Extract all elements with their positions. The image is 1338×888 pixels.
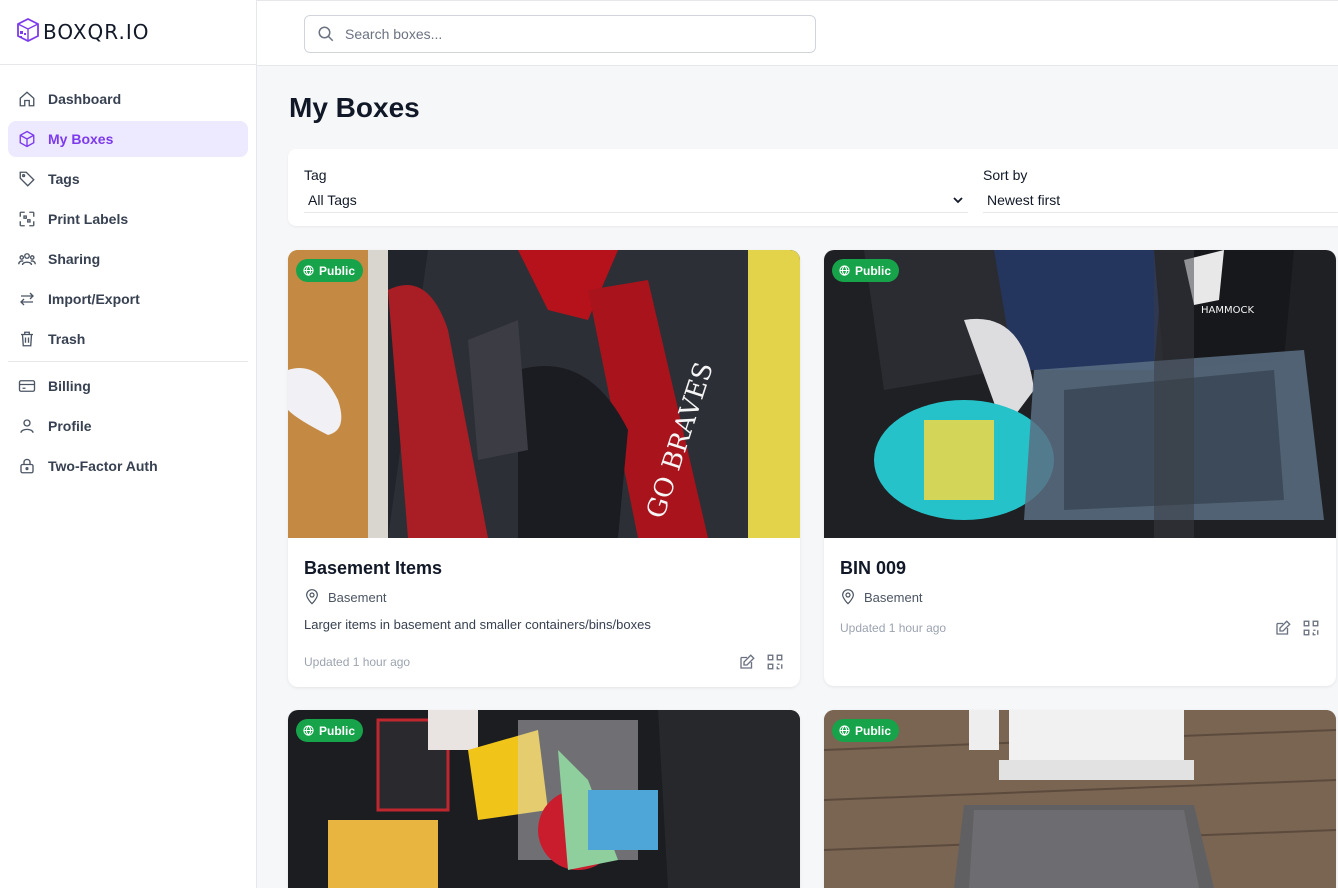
location-pin-icon [842,589,854,605]
lock-icon [18,457,36,475]
sidebar: BOXQR.IO Dashboard My Boxes Tags Print L… [0,0,257,888]
card-location-label: Basement [864,589,923,605]
globe-icon [839,265,850,276]
search-box[interactable] [304,15,816,53]
box-card[interactable]: Public [824,710,1336,888]
card-body: BIN 009 Basement Updated 1 hour ago [824,538,1336,653]
box-photo[interactable]: Public [824,710,1336,888]
box-photo-illustration: GO BRAVES [288,250,800,538]
chevron-down-icon [953,196,963,203]
globe-icon [303,265,314,276]
brand[interactable]: BOXQR.IO [0,0,256,65]
box-card[interactable]: Public [288,710,800,888]
tag-select[interactable]: All Tags [304,187,968,213]
sidebar-item-label: Trash [48,331,86,347]
users-icon [18,250,36,268]
card-location-label: Basement [328,589,387,605]
card-footer: Updated 1 hour ago [304,653,784,671]
box-card[interactable]: HAMMOCK Public BIN 009 Basement Updated … [824,250,1336,686]
globe-icon [303,725,314,736]
filters-panel: Tag All Tags Sort by Newest first [288,149,1338,226]
brand-name: BOXQR.IO [43,20,150,44]
box-photo-illustration [288,710,800,888]
card-actions [738,653,784,671]
sidebar-item-label: Dashboard [48,91,122,107]
edit-icon[interactable] [738,653,756,671]
sidebar-item-sharing[interactable]: Sharing [8,241,248,277]
qrcode-icon[interactable] [766,653,784,671]
box-photo-illustration: HAMMOCK [824,250,1336,538]
sidebar-item-billing[interactable]: Billing [8,368,248,404]
home-icon [18,90,36,108]
credit-card-icon [18,377,36,395]
photo-text: HAMMOCK [1201,305,1254,316]
sidebar-item-profile[interactable]: Profile [8,408,248,444]
top-bar [257,0,1338,66]
public-badge: Public [296,259,364,282]
box-photo[interactable]: GO BRAVES Public [288,250,800,538]
tag-filter-label: Tag [304,167,327,183]
badge-label: Public [855,723,892,738]
card-actions [1274,619,1320,637]
tag-select-value: All Tags [308,191,357,208]
qrcode-icon [18,210,36,228]
card-title[interactable]: Basement Items [304,558,784,579]
box-photo[interactable]: HAMMOCK Public [824,250,1336,538]
sidebar-item-label: Sharing [48,251,101,267]
card-description: Larger items in basement and smaller con… [304,617,651,632]
sidebar-item-label: Billing [48,378,91,394]
edit-icon[interactable] [1274,619,1292,637]
search-icon [318,26,334,42]
card-location: Basement [304,589,784,605]
sidebar-item-dashboard[interactable]: Dashboard [8,81,248,117]
globe-icon [839,725,850,736]
public-badge: Public [832,259,900,282]
sidebar-item-label: Tags [48,171,80,187]
sort-filter-label: Sort by [983,167,1028,183]
arrows-icon [18,290,36,308]
sidebar-item-print-labels[interactable]: Print Labels [8,201,248,237]
card-title[interactable]: BIN 009 [840,558,1320,579]
box-photo[interactable]: Public [288,710,800,888]
sidebar-item-tags[interactable]: Tags [8,161,248,197]
box-qr-logo [17,17,39,43]
trash-icon [18,330,36,348]
tag-icon [18,170,36,188]
location-pin-icon [306,589,318,605]
sort-select[interactable]: Newest first [983,187,1338,213]
user-icon [18,417,36,435]
public-badge: Public [832,719,900,742]
sidebar-item-label: Print Labels [48,211,129,227]
badge-label: Public [319,723,356,738]
sort-select-value: Newest first [987,191,1061,208]
box-card[interactable]: GO BRAVES Public Basement Items Basement… [288,250,800,687]
badge-label: Public [855,263,892,278]
sidebar-item-my-boxes[interactable]: My Boxes [8,121,248,157]
sidebar-divider [8,361,248,362]
badge-label: Public [319,263,356,278]
card-updated: Updated 1 hour ago [304,655,411,669]
page-title: My Boxes [289,92,420,123]
sidebar-item-label: Import/Export [48,291,140,307]
sidebar-item-trash[interactable]: Trash [8,321,248,357]
sidebar-item-label: Two-Factor Auth [48,458,158,474]
card-body: Basement Items Basement Larger items in … [288,538,800,687]
card-updated: Updated 1 hour ago [840,621,947,635]
box-photo-illustration [824,710,1336,888]
cube-icon [18,130,36,148]
qrcode-icon[interactable] [1302,619,1320,637]
card-location: Basement [840,589,1320,605]
sidebar-item-import-export[interactable]: Import/Export [8,281,248,317]
sidebar-item-label: My Boxes [48,131,114,147]
sidebar-nav: Dashboard My Boxes Tags Print Labels Sha… [0,65,256,484]
sidebar-item-two-factor-auth[interactable]: Two-Factor Auth [8,448,248,484]
search-input[interactable] [345,26,785,42]
public-badge: Public [296,719,364,742]
sidebar-item-label: Profile [48,418,92,434]
card-footer: Updated 1 hour ago [840,619,1320,637]
